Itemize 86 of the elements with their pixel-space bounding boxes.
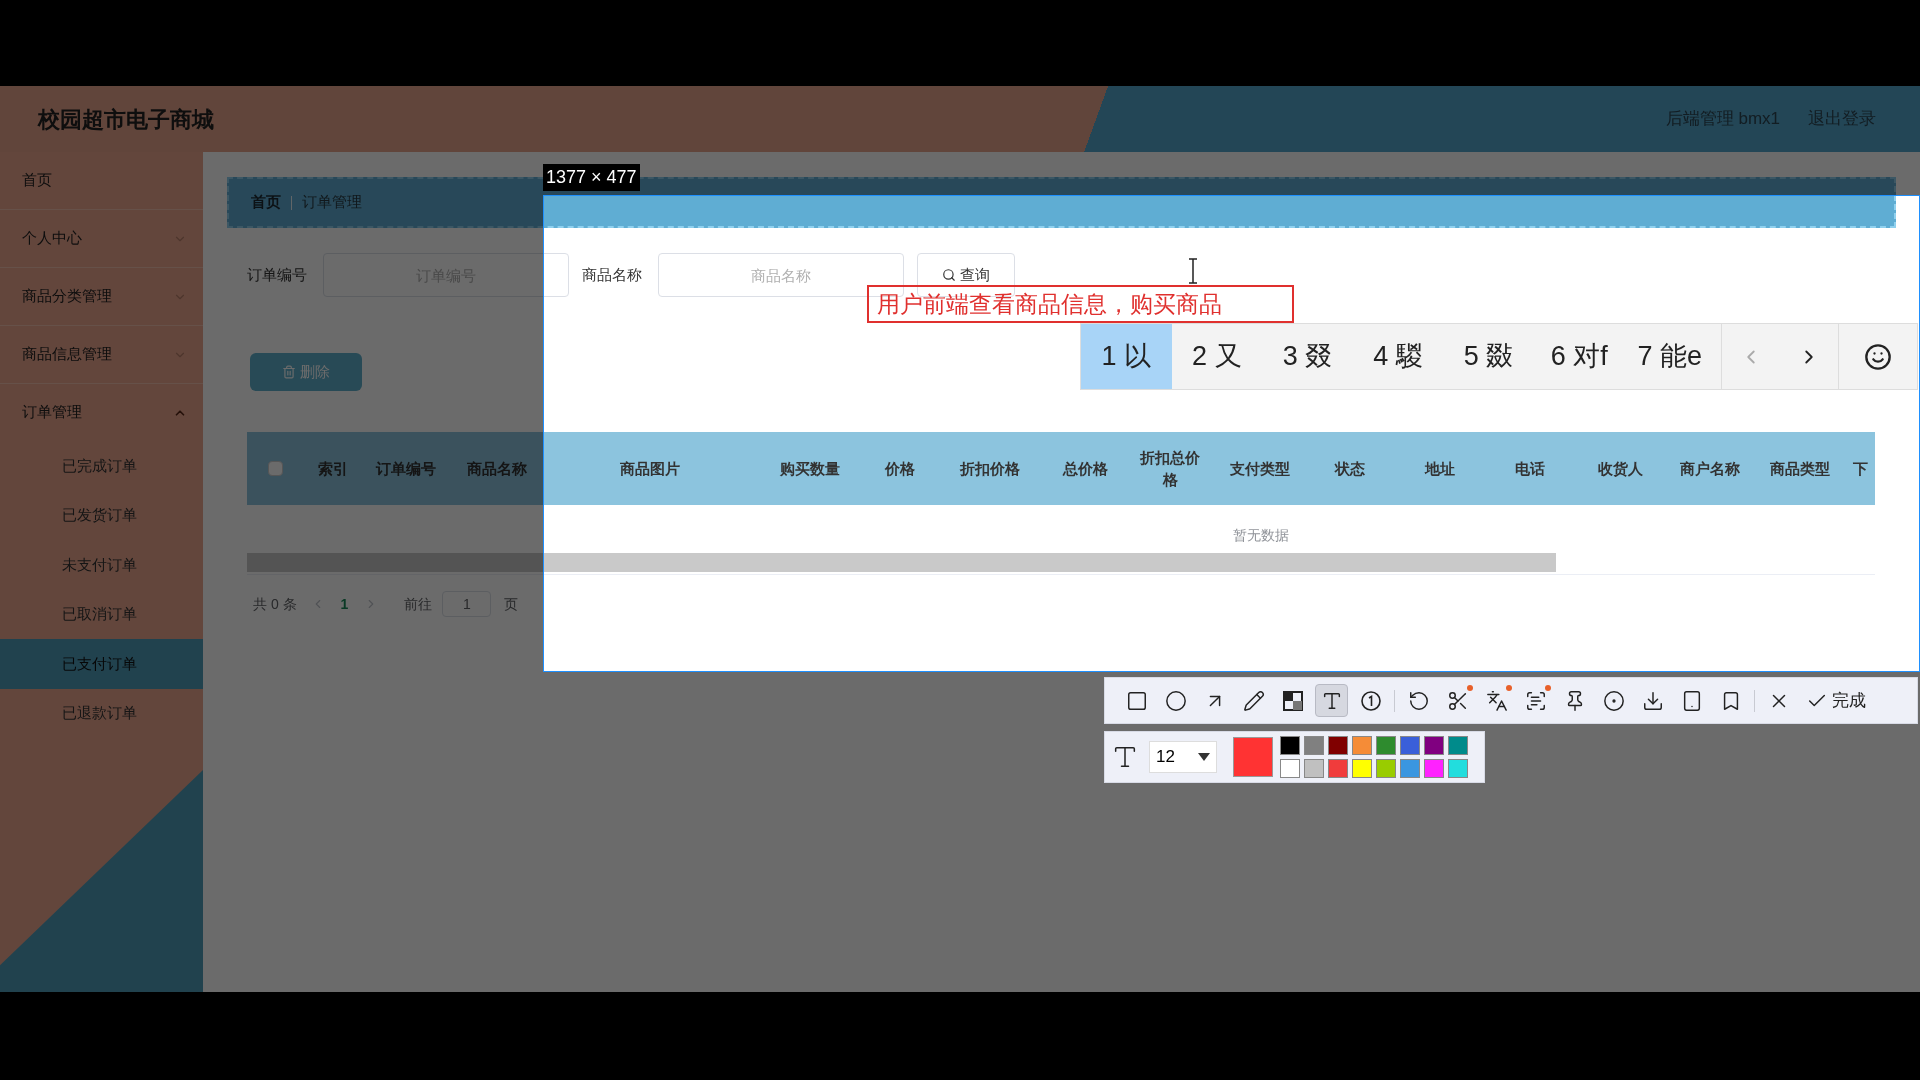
- color-swatch[interactable]: [1352, 736, 1372, 755]
- font-size-select[interactable]: 12: [1149, 741, 1217, 773]
- text-tool[interactable]: [1315, 684, 1348, 717]
- pencil-icon: [1242, 689, 1265, 712]
- page-number[interactable]: 1: [340, 593, 349, 615]
- done-button[interactable]: 完成: [1806, 687, 1866, 714]
- column-header: 订单编号: [374, 458, 437, 479]
- color-swatch[interactable]: [1448, 736, 1468, 755]
- download-icon: [1641, 689, 1664, 712]
- color-swatch[interactable]: [1328, 759, 1348, 778]
- candidate-item[interactable]: 7 能e: [1624, 324, 1716, 389]
- column-header: 索引: [317, 458, 349, 479]
- candidate-item[interactable]: 2 又: [1171, 324, 1263, 389]
- undo-icon: [1407, 689, 1430, 712]
- record-icon: [1602, 689, 1625, 712]
- horizontal-scrollbar[interactable]: [247, 553, 1556, 572]
- page-suffix: 页: [504, 594, 519, 614]
- field-label: 商品名称: [582, 264, 642, 285]
- column-header: 折扣总价格: [1139, 447, 1201, 490]
- trash-icon: [282, 365, 296, 379]
- checker-icon: [1281, 689, 1304, 712]
- color-swatch[interactable]: [1280, 736, 1300, 755]
- breadcrumb-link[interactable]: 首页: [251, 191, 281, 214]
- column-header: 下: [1852, 458, 1869, 479]
- column-header: 状态: [1333, 458, 1366, 479]
- dropdown-arrow-icon: [1198, 753, 1210, 761]
- color-swatch[interactable]: [1424, 759, 1444, 778]
- column-header: 收货人: [1596, 458, 1644, 479]
- site-title: 校园超市电子商城: [38, 105, 214, 134]
- total-count: 共 0 条: [253, 594, 297, 614]
- emoji-icon[interactable]: [1864, 342, 1893, 371]
- color-swatch[interactable]: [1304, 759, 1324, 778]
- sidebar-item[interactable]: 首页: [0, 152, 203, 209]
- breadcrumb-link[interactable]: 订单管理: [302, 191, 362, 214]
- scissors-icon: [1446, 689, 1469, 712]
- color-swatch[interactable]: [1352, 759, 1372, 778]
- page-input[interactable]: 1: [442, 591, 492, 617]
- column-header: 地址: [1423, 458, 1456, 479]
- empty-message: 暂无数据: [1233, 525, 1289, 545]
- field-label: 订单编号: [247, 264, 307, 285]
- submenu-item[interactable]: 未支付订单: [0, 540, 203, 590]
- submenu-item[interactable]: 已完成订单: [0, 441, 203, 491]
- submenu-item[interactable]: 已发货订单: [0, 490, 203, 540]
- candidate-item[interactable]: 6 对f: [1533, 324, 1625, 389]
- sidebar-item[interactable]: 商品信息管理: [0, 326, 203, 383]
- candidate-item[interactable]: 5 敠: [1443, 324, 1534, 389]
- selection-size: 1377 × 477: [543, 164, 640, 191]
- sidebar-item[interactable]: 个人中心: [0, 210, 203, 267]
- candidate-item[interactable]: 4 騣: [1352, 324, 1444, 389]
- column-header: 商户名称: [1679, 458, 1741, 479]
- submenu-item[interactable]: 已取消订单: [0, 589, 203, 639]
- scan-icon: [1524, 689, 1547, 712]
- column-header: 总价格: [1061, 458, 1109, 479]
- color-swatch[interactable]: [1376, 736, 1396, 755]
- column-header: 商品名称: [466, 458, 528, 479]
- color-swatch[interactable]: [1328, 736, 1348, 755]
- header-checkbox[interactable]: [267, 461, 283, 476]
- column-header: 价格: [884, 458, 916, 479]
- column-header: 折扣价格: [959, 458, 1021, 479]
- search-icon: [942, 268, 956, 282]
- candidate-item[interactable]: 1 以: [1081, 324, 1172, 389]
- sidebar-item[interactable]: 商品分类管理: [0, 268, 203, 325]
- color-swatch[interactable]: [1400, 759, 1420, 778]
- color-swatch[interactable]: [1280, 759, 1300, 778]
- column-header: 支付类型: [1229, 458, 1291, 479]
- column-header: 购买数量: [779, 458, 841, 479]
- circle-icon: [1164, 689, 1187, 712]
- color-swatch[interactable]: [1448, 759, 1468, 778]
- numbered-circle-icon: [1359, 689, 1382, 712]
- goto-label: 前往: [404, 594, 433, 614]
- square-icon: [1125, 689, 1148, 712]
- column-header: 电话: [1514, 458, 1546, 479]
- color-swatch[interactable]: [1400, 736, 1420, 755]
- text-cursor-icon: [1187, 258, 1199, 284]
- color-swatch[interactable]: [1424, 736, 1444, 755]
- text-annotation[interactable]: 用户前端查看商品信息，购买商品: [867, 285, 1294, 323]
- column-header: 商品图片: [619, 458, 681, 479]
- delete-button[interactable]: 删除: [250, 353, 362, 391]
- color-swatch[interactable]: [1304, 736, 1324, 755]
- sidebar-item[interactable]: 订单管理: [0, 384, 203, 441]
- current-color-swatch[interactable]: [1233, 737, 1273, 777]
- submenu-item[interactable]: 已支付订单: [0, 639, 203, 689]
- candidate-item[interactable]: 3 叕: [1262, 324, 1353, 389]
- color-swatch[interactable]: [1376, 759, 1396, 778]
- column-header: 商品类型: [1769, 458, 1831, 479]
- translate-icon: [1485, 689, 1508, 712]
